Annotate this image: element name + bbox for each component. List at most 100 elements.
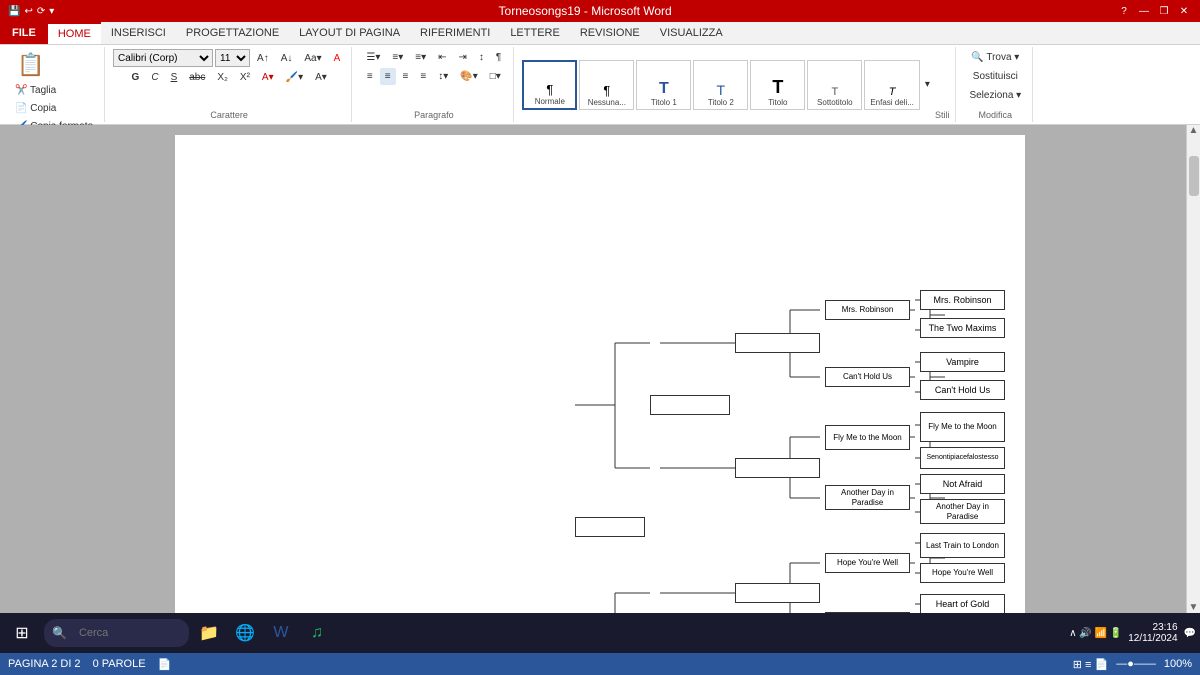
- taskbar: ⊞ 🔍 📁 🌐 W ♫ ∧ 🔊 📶 🔋 23:16 12/11/2024 💬: [0, 613, 1200, 653]
- bold-button[interactable]: G: [127, 69, 145, 86]
- clear-format-button[interactable]: A: [329, 50, 346, 67]
- page-info: PAGINA 2 DI 2: [8, 658, 81, 670]
- ribbon-content: 📋 ✂️ Taglia 📄 Copia 🖌️ Copia formato App…: [0, 45, 1200, 125]
- tab-riferimenti[interactable]: RIFERIMENTI: [410, 22, 500, 44]
- r2-box-2: [735, 458, 820, 478]
- search-bar[interactable]: 🔍: [44, 619, 189, 647]
- zoom-level: 100%: [1164, 658, 1192, 670]
- document-page: Mrs. Robinson The Two Maxims Vampire Can…: [175, 135, 1025, 613]
- file-explorer-icon[interactable]: 📁: [193, 617, 225, 649]
- r4-box-3: Vampire: [920, 352, 1005, 372]
- font-grow-button[interactable]: A↑: [252, 50, 274, 67]
- line-spacing-button[interactable]: ↕▾: [433, 68, 453, 85]
- date: 12/11/2024: [1128, 633, 1177, 644]
- sort-button[interactable]: ↕: [474, 49, 489, 66]
- style-titolo[interactable]: T Titolo: [750, 60, 805, 110]
- stili-label: Stili: [935, 108, 950, 120]
- spotify-icon[interactable]: ♫: [301, 617, 333, 649]
- shading-button[interactable]: 🎨▾: [455, 68, 482, 85]
- highlight-button[interactable]: 🖌️▾: [281, 69, 308, 86]
- r4-box-7: Not Afraid: [920, 474, 1005, 494]
- vertical-scrollbar[interactable]: ▲ ▼: [1186, 125, 1200, 613]
- r1-box-1: [650, 395, 730, 415]
- outdent-button[interactable]: ⇤: [433, 49, 451, 66]
- indent-button[interactable]: ⇥: [453, 49, 471, 66]
- word-icon[interactable]: W: [265, 617, 297, 649]
- style-titolo1[interactable]: T Titolo 1: [636, 60, 691, 110]
- style-titolo2[interactable]: T Titolo 2: [693, 60, 748, 110]
- superscript-button[interactable]: X²: [235, 69, 255, 86]
- justify-button[interactable]: ≡: [415, 68, 431, 85]
- style-enfasi[interactable]: T Enfasi deli...: [864, 60, 920, 110]
- style-normale[interactable]: ¶ Normale: [522, 60, 577, 110]
- sostituisci-button[interactable]: Sostituisci: [968, 68, 1023, 85]
- scroll-down-arrow[interactable]: ▼: [1189, 602, 1199, 613]
- taglia-button[interactable]: ✂️ Taglia: [10, 82, 61, 99]
- r4-box-11: Heart of Gold: [920, 594, 1005, 613]
- close-button[interactable]: ✕: [1176, 3, 1192, 19]
- align-right-button[interactable]: ≡: [398, 68, 414, 85]
- tab-layout[interactable]: LAYOUT DI PAGINA: [289, 22, 410, 44]
- font-size-select[interactable]: 11: [215, 49, 250, 67]
- underline-button[interactable]: S: [166, 69, 183, 86]
- word-count: 0 PAROLE: [93, 658, 146, 670]
- window-title: Torneosongs19 - Microsoft Word: [54, 4, 1116, 18]
- tab-file[interactable]: FILE: [0, 22, 48, 44]
- show-marks-button[interactable]: ¶: [491, 49, 506, 66]
- scroll-thumb[interactable]: [1189, 156, 1199, 196]
- copia-button[interactable]: 📄 Copia: [10, 100, 61, 117]
- document-area: Mrs. Robinson The Two Maxims Vampire Can…: [0, 125, 1200, 613]
- style-nessuna[interactable]: ¶ Nessuna...: [579, 60, 634, 110]
- r3-box-4: Another Day in Paradise: [825, 485, 910, 510]
- r4-box-1: Mrs. Robinson: [920, 290, 1005, 310]
- start-button[interactable]: ⊞: [4, 615, 40, 651]
- system-tray: ∧ 🔊 📶 🔋: [1069, 628, 1122, 639]
- ribbon-group-stili: ¶ Normale ¶ Nessuna... T Titolo 1 T Tito…: [516, 47, 956, 122]
- r3-box-1: Mrs. Robinson: [825, 300, 910, 320]
- chrome-icon[interactable]: 🌐: [229, 617, 261, 649]
- r3-box-5: Hope You're Well: [825, 553, 910, 573]
- r3-box-2: Can't Hold Us: [825, 367, 910, 387]
- tab-revisione[interactable]: REVISIONE: [570, 22, 650, 44]
- r4-box-9: Last Train to London: [920, 533, 1005, 558]
- minimize-button[interactable]: —: [1136, 3, 1152, 19]
- r4-box-8: Another Day in Paradise: [920, 499, 1005, 524]
- strikethrough-button[interactable]: abc: [184, 69, 210, 86]
- tab-progettazione[interactable]: PROGETTAZIONE: [176, 22, 289, 44]
- seleziona-button[interactable]: Seleziona ▾: [964, 87, 1026, 104]
- search-input[interactable]: [71, 619, 181, 647]
- align-center-button[interactable]: ≡: [380, 68, 396, 85]
- tab-home[interactable]: HOME: [48, 22, 101, 44]
- final-box: [575, 517, 645, 537]
- tab-visualizza[interactable]: VISUALIZZA: [650, 22, 733, 44]
- view-icons: ⊞ ≡ 📄: [1073, 658, 1108, 671]
- r4-box-2: The Two Maxims: [920, 318, 1005, 338]
- tab-lettere[interactable]: LETTERE: [500, 22, 570, 44]
- change-case-button[interactable]: Aa▾: [299, 50, 326, 67]
- notification-icon[interactable]: 💬: [1184, 628, 1196, 639]
- restore-button[interactable]: ❐: [1156, 3, 1172, 19]
- borders-button[interactable]: □▾: [485, 68, 506, 85]
- font-family-select[interactable]: Calibri (Corp): [113, 49, 213, 67]
- font-shrink-button[interactable]: A↓: [276, 50, 298, 67]
- tab-inserisci[interactable]: INSERISCI: [101, 22, 176, 44]
- status-bar: PAGINA 2 DI 2 0 PAROLE 📄 ⊞ ≡ 📄 —●—— 100%: [0, 653, 1200, 675]
- subscript-button[interactable]: X₂: [212, 69, 233, 86]
- text-color-button[interactable]: A▾: [257, 69, 279, 86]
- incolla-button[interactable]: 📋: [10, 49, 51, 81]
- multilevel-button[interactable]: ≡▾: [410, 49, 431, 66]
- italic-button[interactable]: C: [146, 69, 163, 86]
- bullets-button[interactable]: ☰▾: [361, 49, 385, 66]
- paragrafo-label: Paragrafo: [414, 108, 454, 120]
- styles-more-button[interactable]: ▾: [920, 76, 935, 93]
- trova-button[interactable]: 🔍 Trova ▾: [966, 49, 1024, 66]
- r3-box-3: Fly Me to the Moon: [825, 425, 910, 450]
- scroll-up-arrow[interactable]: ▲: [1189, 125, 1199, 136]
- time: 23:16: [1128, 622, 1177, 633]
- font-color-button[interactable]: A▾: [310, 69, 332, 86]
- help-button[interactable]: ?: [1116, 3, 1132, 19]
- align-left-button[interactable]: ≡: [362, 68, 378, 85]
- numbering-button[interactable]: ≡▾: [387, 49, 408, 66]
- zoom-slider[interactable]: —●——: [1116, 658, 1156, 670]
- style-sottotitolo[interactable]: T Sottotitolo: [807, 60, 862, 110]
